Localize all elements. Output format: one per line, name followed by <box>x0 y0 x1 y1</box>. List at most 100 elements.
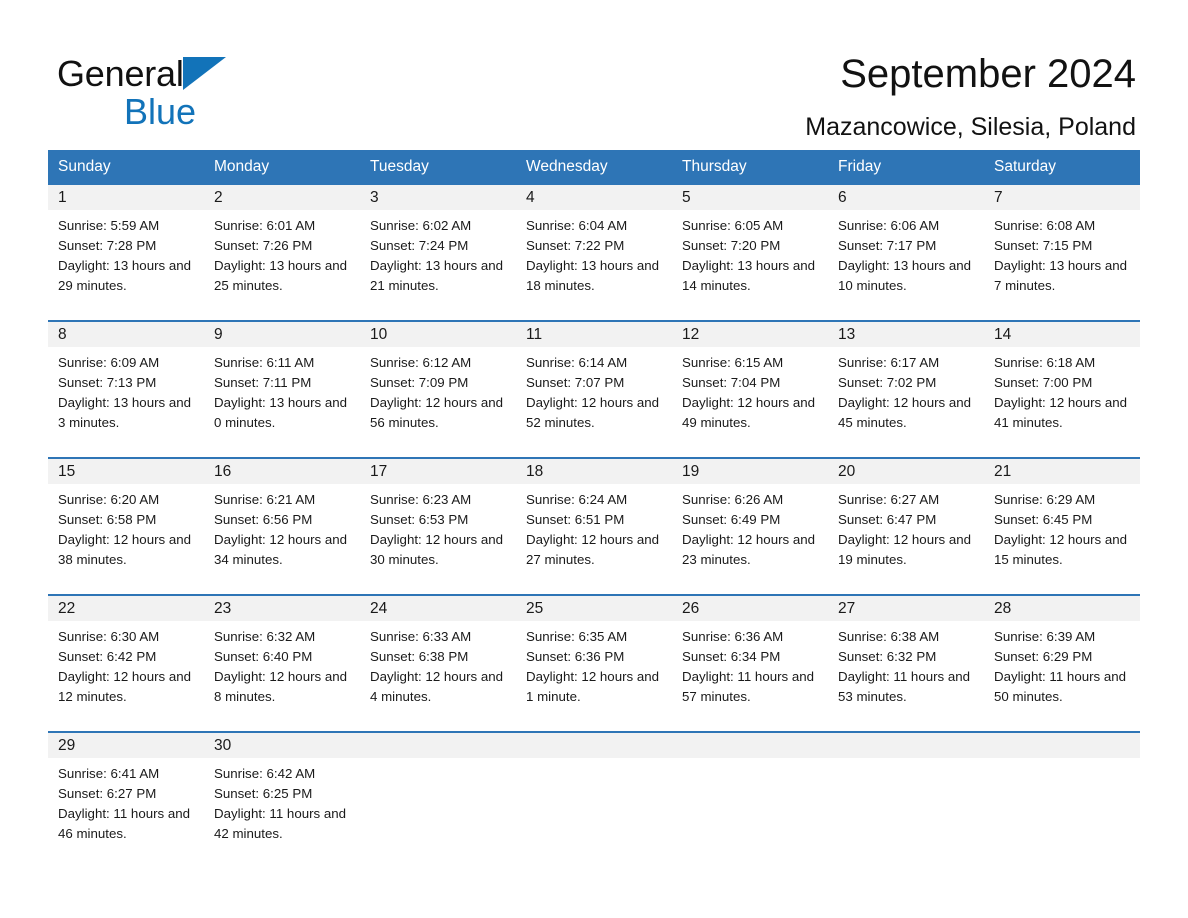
day-cell: Sunrise: 6:06 AM Sunset: 7:17 PM Dayligh… <box>828 210 984 322</box>
daylight-text: Daylight: 13 hours and 0 minutes. <box>214 395 348 431</box>
sunset-text: Sunset: 7:22 PM <box>526 238 625 254</box>
week-daynumbers-row: 8 9 10 11 12 13 14 <box>48 320 1140 348</box>
calendar-body: 1 2 3 4 5 6 7 Sunrise: 5:59 AM Sunset: 7… <box>48 185 1140 870</box>
sunset-text: Sunset: 7:09 PM <box>370 375 469 391</box>
day-number[interactable]: 19 <box>672 457 828 485</box>
day-number-empty <box>360 731 516 759</box>
day-cell: Sunrise: 6:29 AM Sunset: 6:45 PM Dayligh… <box>984 484 1140 596</box>
sunrise-text: Sunrise: 6:09 AM <box>58 355 160 371</box>
daylight-text: Daylight: 13 hours and 10 minutes. <box>838 258 972 294</box>
sunset-text: Sunset: 7:15 PM <box>994 238 1093 254</box>
daylight-text: Daylight: 12 hours and 27 minutes. <box>526 532 660 568</box>
day-cell: Sunrise: 6:39 AM Sunset: 6:29 PM Dayligh… <box>984 621 1140 733</box>
sunset-text: Sunset: 6:42 PM <box>58 649 157 665</box>
daylight-text: Daylight: 12 hours and 12 minutes. <box>58 669 192 705</box>
sunrise-text: Sunrise: 6:17 AM <box>838 355 940 371</box>
daylight-text: Daylight: 11 hours and 53 minutes. <box>838 669 971 705</box>
sunset-text: Sunset: 7:04 PM <box>682 375 781 391</box>
day-number[interactable]: 30 <box>204 731 360 759</box>
sunset-text: Sunset: 6:34 PM <box>682 649 781 665</box>
sunset-text: Sunset: 6:40 PM <box>214 649 313 665</box>
daylight-text: Daylight: 12 hours and 56 minutes. <box>370 395 504 431</box>
day-number[interactable]: 4 <box>516 185 672 211</box>
day-number[interactable]: 26 <box>672 594 828 622</box>
daylight-text: Daylight: 11 hours and 42 minutes. <box>214 806 347 842</box>
day-number[interactable]: 17 <box>360 457 516 485</box>
sunset-text: Sunset: 6:25 PM <box>214 786 313 802</box>
day-cell: Sunrise: 6:09 AM Sunset: 7:13 PM Dayligh… <box>48 347 204 459</box>
day-cell-empty <box>672 758 828 870</box>
day-cell: Sunrise: 5:59 AM Sunset: 7:28 PM Dayligh… <box>48 210 204 322</box>
logo-top-row: General <box>57 56 317 92</box>
day-number[interactable]: 25 <box>516 594 672 622</box>
day-number[interactable]: 14 <box>984 320 1140 348</box>
sunrise-text: Sunrise: 6:04 AM <box>526 218 628 234</box>
week-details-row: Sunrise: 6:41 AM Sunset: 6:27 PM Dayligh… <box>48 758 1140 870</box>
day-cell: Sunrise: 6:30 AM Sunset: 6:42 PM Dayligh… <box>48 621 204 733</box>
day-cell: Sunrise: 6:35 AM Sunset: 6:36 PM Dayligh… <box>516 621 672 733</box>
day-cell: Sunrise: 6:20 AM Sunset: 6:58 PM Dayligh… <box>48 484 204 596</box>
logo-triangle-icon <box>182 57 226 90</box>
day-number[interactable]: 23 <box>204 594 360 622</box>
day-number[interactable]: 8 <box>48 320 204 348</box>
sunrise-text: Sunrise: 6:36 AM <box>682 629 784 645</box>
daylight-text: Daylight: 13 hours and 25 minutes. <box>214 258 348 294</box>
daylight-text: Daylight: 12 hours and 8 minutes. <box>214 669 348 705</box>
daylight-text: Daylight: 13 hours and 29 minutes. <box>58 258 192 294</box>
day-cell: Sunrise: 6:14 AM Sunset: 7:07 PM Dayligh… <box>516 347 672 459</box>
daylight-text: Daylight: 11 hours and 50 minutes. <box>994 669 1127 705</box>
day-cell: Sunrise: 6:08 AM Sunset: 7:15 PM Dayligh… <box>984 210 1140 322</box>
weekday-header-friday: Friday <box>828 150 984 185</box>
day-number[interactable]: 3 <box>360 185 516 211</box>
sunset-text: Sunset: 7:00 PM <box>994 375 1093 391</box>
day-cell-empty <box>360 758 516 870</box>
day-number[interactable]: 24 <box>360 594 516 622</box>
day-number[interactable]: 22 <box>48 594 204 622</box>
day-number[interactable]: 7 <box>984 185 1140 211</box>
sunrise-text: Sunrise: 6:24 AM <box>526 492 628 508</box>
day-number[interactable]: 1 <box>48 185 204 211</box>
sunrise-text: Sunrise: 6:18 AM <box>994 355 1096 371</box>
day-number[interactable]: 2 <box>204 185 360 211</box>
sunset-text: Sunset: 7:20 PM <box>682 238 781 254</box>
day-cell: Sunrise: 6:42 AM Sunset: 6:25 PM Dayligh… <box>204 758 360 870</box>
day-number[interactable]: 21 <box>984 457 1140 485</box>
day-number[interactable]: 16 <box>204 457 360 485</box>
day-number[interactable]: 6 <box>828 185 984 211</box>
daylight-text: Daylight: 12 hours and 19 minutes. <box>838 532 972 568</box>
day-cell: Sunrise: 6:36 AM Sunset: 6:34 PM Dayligh… <box>672 621 828 733</box>
day-number[interactable]: 20 <box>828 457 984 485</box>
sunset-text: Sunset: 7:02 PM <box>838 375 937 391</box>
day-number[interactable]: 10 <box>360 320 516 348</box>
day-number[interactable]: 13 <box>828 320 984 348</box>
day-number[interactable]: 28 <box>984 594 1140 622</box>
week-daynumbers-row: 22 23 24 25 26 27 28 <box>48 594 1140 622</box>
calendar-header-row: Sunday Monday Tuesday Wednesday Thursday… <box>48 150 1140 185</box>
weekday-header-wednesday: Wednesday <box>516 150 672 185</box>
day-number[interactable]: 27 <box>828 594 984 622</box>
daylight-text: Daylight: 11 hours and 57 minutes. <box>682 669 815 705</box>
day-number-empty <box>516 731 672 759</box>
sunset-text: Sunset: 6:38 PM <box>370 649 469 665</box>
day-number-empty <box>828 731 984 759</box>
day-number[interactable]: 9 <box>204 320 360 348</box>
day-number[interactable]: 29 <box>48 731 204 759</box>
logo-text-blue: Blue <box>124 91 197 132</box>
sunset-text: Sunset: 6:29 PM <box>994 649 1093 665</box>
sunrise-text: Sunrise: 6:11 AM <box>214 355 315 371</box>
day-number[interactable]: 15 <box>48 457 204 485</box>
day-cell: Sunrise: 6:27 AM Sunset: 6:47 PM Dayligh… <box>828 484 984 596</box>
day-number[interactable]: 11 <box>516 320 672 348</box>
daylight-text: Daylight: 12 hours and 23 minutes. <box>682 532 816 568</box>
day-number[interactable]: 12 <box>672 320 828 348</box>
day-number[interactable]: 5 <box>672 185 828 211</box>
daylight-text: Daylight: 11 hours and 46 minutes. <box>58 806 191 842</box>
sunrise-text: Sunrise: 6:26 AM <box>682 492 784 508</box>
day-cell: Sunrise: 6:38 AM Sunset: 6:32 PM Dayligh… <box>828 621 984 733</box>
day-number[interactable]: 18 <box>516 457 672 485</box>
daylight-text: Daylight: 12 hours and 15 minutes. <box>994 532 1128 568</box>
day-number-empty <box>984 731 1140 759</box>
daylight-text: Daylight: 12 hours and 34 minutes. <box>214 532 348 568</box>
sunrise-text: Sunrise: 6:33 AM <box>370 629 472 645</box>
logo-text-general: General <box>57 53 184 94</box>
